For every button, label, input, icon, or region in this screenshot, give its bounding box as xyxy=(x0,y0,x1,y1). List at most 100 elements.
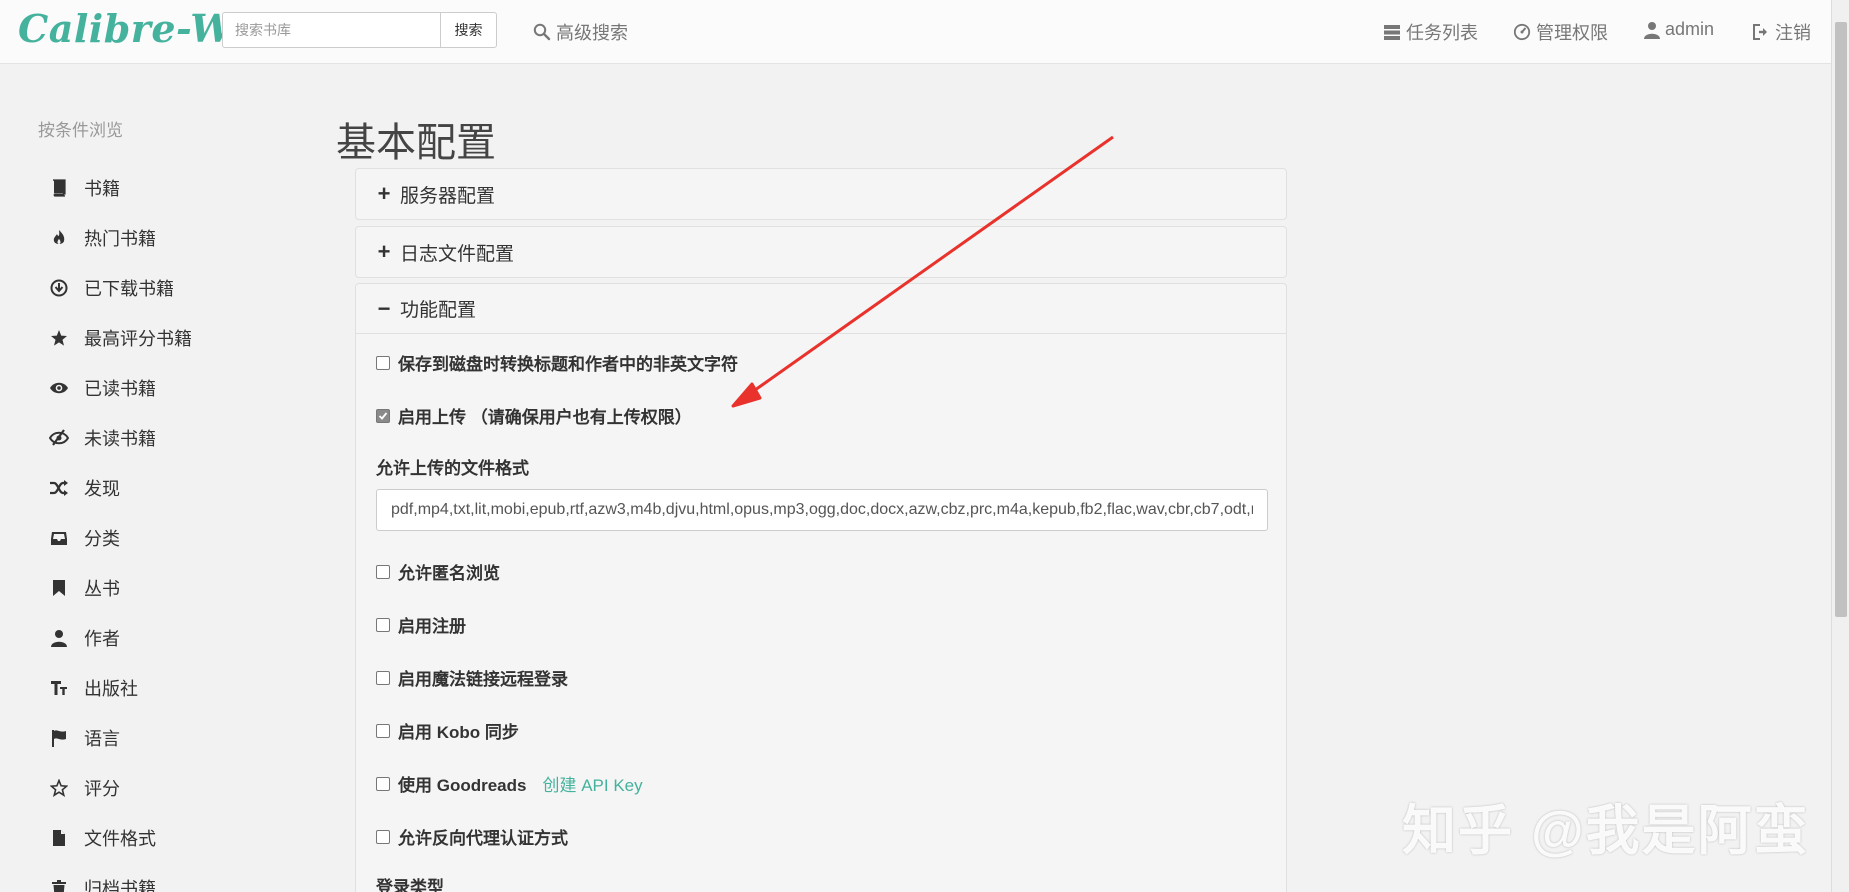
checkbox-checked[interactable] xyxy=(376,408,390,423)
user-icon xyxy=(1644,21,1660,39)
tasks-icon xyxy=(1384,25,1400,40)
sidebar-item-label: 丛书 xyxy=(84,579,120,599)
tasks-label: 任务列表 xyxy=(1406,23,1478,43)
search-icon xyxy=(533,23,551,41)
dashboard-icon xyxy=(1513,23,1531,41)
navbar: Calibre-Web 搜索 高级搜索 任务列表 管理权限 admin 注销 xyxy=(0,0,1849,64)
sidebar-item-books[interactable]: 书籍 xyxy=(48,173,120,203)
inbox-icon xyxy=(48,527,70,549)
checkbox[interactable] xyxy=(376,829,390,844)
sidebar-item-ratings[interactable]: 评分 xyxy=(48,773,120,803)
sidebar-item-label: 热门书籍 xyxy=(84,229,156,249)
page-title: 基本配置 xyxy=(336,121,496,165)
option-anonymous-browse[interactable]: 允许匿名浏览 xyxy=(376,559,500,584)
logout-icon xyxy=(1753,24,1767,40)
panel-title: 功能配置 xyxy=(400,300,477,321)
user-label: admin xyxy=(1665,19,1715,39)
sidebar-item-publishers[interactable]: 出版社 xyxy=(48,673,138,703)
watermark: 知乎 @我是阿蛮 xyxy=(1402,801,1810,861)
login-type-label: 登录类型 xyxy=(376,878,444,892)
shuffle-icon xyxy=(48,477,70,499)
file-icon xyxy=(48,827,70,849)
option-goodreads[interactable]: 使用 Goodreads 创建 API Key xyxy=(376,771,643,796)
tasks-link[interactable]: 任务列表 xyxy=(1383,19,1478,45)
book-icon xyxy=(48,177,70,199)
checkbox[interactable] xyxy=(376,723,390,738)
option-magic-link[interactable]: 启用魔法链接远程登录 xyxy=(376,665,568,690)
sidebar-item-label: 书籍 xyxy=(84,179,120,199)
page-scrollbar[interactable] xyxy=(1831,0,1849,892)
sidebar-item-languages[interactable]: 语言 xyxy=(48,723,120,753)
sidebar-heading: 按条件浏览 xyxy=(38,121,123,140)
advanced-search-link[interactable]: 高级搜索 xyxy=(533,19,628,45)
option-label: 保存到磁盘时转换标题和作者中的非英文字符 xyxy=(398,355,738,374)
sidebar-item-top-rated[interactable]: 最高评分书籍 xyxy=(48,323,192,353)
search-input[interactable] xyxy=(222,12,440,48)
upload-formats-label: 允许上传的文件格式 xyxy=(376,459,529,478)
checkbox[interactable] xyxy=(376,776,390,791)
panel-title: 服务器配置 xyxy=(400,185,496,207)
sidebar-item-label: 分类 xyxy=(84,529,120,549)
sidebar-item-label: 文件格式 xyxy=(84,829,156,849)
sidebar-item-archived[interactable]: 归档书籍 xyxy=(48,873,156,892)
sidebar-item-authors[interactable]: 作者 xyxy=(48,623,120,653)
logfile-config-toggle[interactable]: + 日志文件配置 xyxy=(356,227,1286,277)
option-public-registration[interactable]: 启用注册 xyxy=(376,612,466,637)
logout-label: 注销 xyxy=(1775,23,1811,43)
logfile-config-panel: + 日志文件配置 xyxy=(355,226,1287,278)
star-empty-icon xyxy=(48,777,70,799)
sidebar-item-label: 归档书籍 xyxy=(84,879,156,892)
sidebar-item-discover[interactable]: 发现 xyxy=(48,473,120,503)
sidebar-item-label: 评分 xyxy=(84,779,120,799)
option-label: 允许匿名浏览 xyxy=(398,564,500,583)
option-reverse-proxy[interactable]: 允许反向代理认证方式 xyxy=(376,824,568,849)
sidebar-item-label: 语言 xyxy=(84,729,120,749)
sidebar-item-file-formats[interactable]: 文件格式 xyxy=(48,823,156,853)
option-unicode-filename[interactable]: 保存到磁盘时转换标题和作者中的非英文字符 xyxy=(376,350,738,375)
create-api-key-link[interactable]: 创建 API Key xyxy=(542,771,642,796)
option-uploading[interactable]: 启用上传 （请确保用户也有上传权限） xyxy=(376,403,692,428)
sidebar-item-read[interactable]: 已读书籍 xyxy=(48,373,156,403)
admin-panel-link[interactable]: 管理权限 xyxy=(1513,19,1608,45)
user-icon xyxy=(48,627,70,649)
feature-config-toggle[interactable]: − 功能配置 xyxy=(356,284,1286,334)
scrollbar-thumb[interactable] xyxy=(1835,22,1847,617)
collapse-icon: − xyxy=(377,295,391,321)
checkbox[interactable] xyxy=(376,355,390,370)
flag-icon xyxy=(48,727,70,749)
logout-link[interactable]: 注销 xyxy=(1752,19,1811,45)
sidebar-item-category[interactable]: 分类 xyxy=(48,523,120,553)
checkbox[interactable] xyxy=(376,670,390,685)
server-config-toggle[interactable]: + 服务器配置 xyxy=(356,169,1286,219)
panel-title: 日志文件配置 xyxy=(400,243,515,265)
star-icon xyxy=(48,327,70,349)
sidebar-item-series[interactable]: 丛书 xyxy=(48,573,120,603)
sidebar-item-label: 作者 xyxy=(84,629,120,649)
trash-icon xyxy=(48,877,70,892)
user-profile-link[interactable]: admin xyxy=(1644,19,1714,40)
sidebar-item-label: 已下载书籍 xyxy=(84,279,174,299)
text-size-icon xyxy=(48,677,70,699)
sidebar-item-label: 已读书籍 xyxy=(84,379,156,399)
search-button[interactable]: 搜索 xyxy=(440,12,497,48)
option-label: 启用魔法链接远程登录 xyxy=(398,670,568,689)
expand-icon: + xyxy=(377,181,391,206)
expand-icon: + xyxy=(377,239,391,264)
eye-icon xyxy=(48,377,70,399)
sidebar-item-downloaded[interactable]: 已下载书籍 xyxy=(48,273,174,303)
admin-panel-label: 管理权限 xyxy=(1536,23,1608,43)
sidebar-item-label: 出版社 xyxy=(84,679,138,699)
option-label: 启用上传 （请确保用户也有上传权限） xyxy=(398,408,692,427)
option-label: 允许反向代理认证方式 xyxy=(398,829,568,848)
checkbox[interactable] xyxy=(376,617,390,632)
sidebar-item-unread[interactable]: 未读书籍 xyxy=(48,423,156,453)
option-label: 使用 Goodreads xyxy=(398,776,527,795)
sidebar-item-hot[interactable]: 热门书籍 xyxy=(48,223,156,253)
advanced-search-label: 高级搜索 xyxy=(556,23,628,43)
checkbox[interactable] xyxy=(376,564,390,579)
option-kobo-sync[interactable]: 启用 Kobo 同步 xyxy=(376,718,519,743)
feature-config-panel: − 功能配置 保存到磁盘时转换标题和作者中的非英文字符 启用上传 （请确保用户也… xyxy=(355,283,1287,892)
upload-formats-input[interactable] xyxy=(376,489,1268,531)
option-label: 启用注册 xyxy=(398,617,466,636)
fire-icon xyxy=(48,227,70,249)
